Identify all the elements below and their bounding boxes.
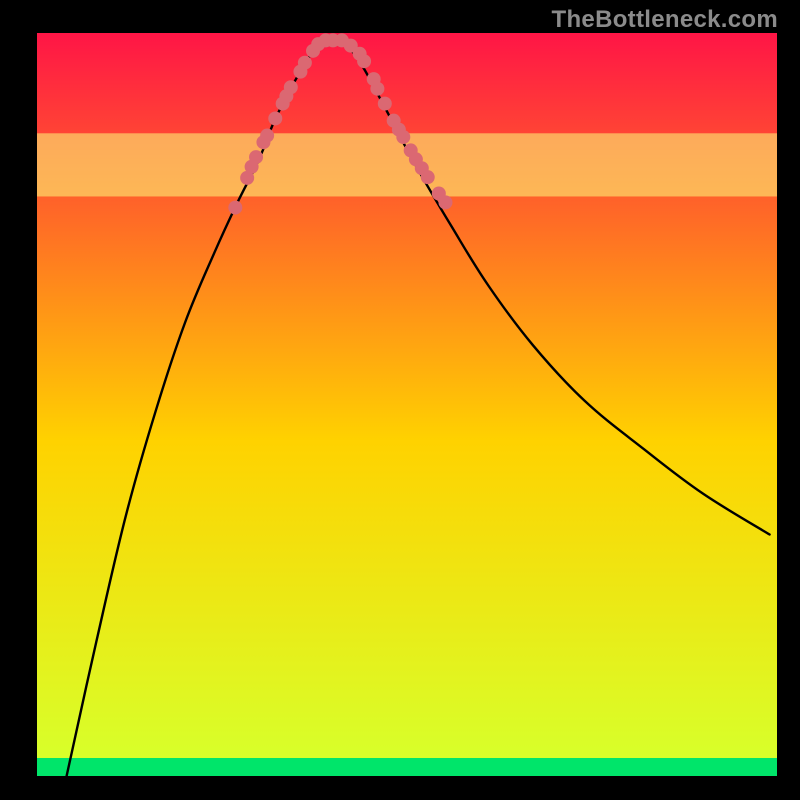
bottleneck-chart-svg — [37, 33, 777, 776]
highlight-dot — [260, 129, 274, 143]
highlight-dot — [421, 170, 435, 184]
highlight-dot — [284, 80, 298, 94]
highlight-dot — [228, 201, 242, 215]
highlight-dot — [396, 130, 410, 144]
highlight-dot — [370, 82, 384, 96]
chart-frame: TheBottleneck.com — [0, 0, 800, 800]
highlight-dot — [378, 97, 392, 111]
highlight-dot — [249, 150, 263, 164]
highlight-dot — [298, 56, 312, 70]
highlight-dot — [357, 54, 371, 68]
plot-area — [37, 33, 777, 776]
highlight-dot — [268, 111, 282, 125]
green-baseline — [37, 758, 777, 776]
highlight-dot — [438, 195, 452, 209]
watermark-text: TheBottleneck.com — [552, 6, 778, 34]
